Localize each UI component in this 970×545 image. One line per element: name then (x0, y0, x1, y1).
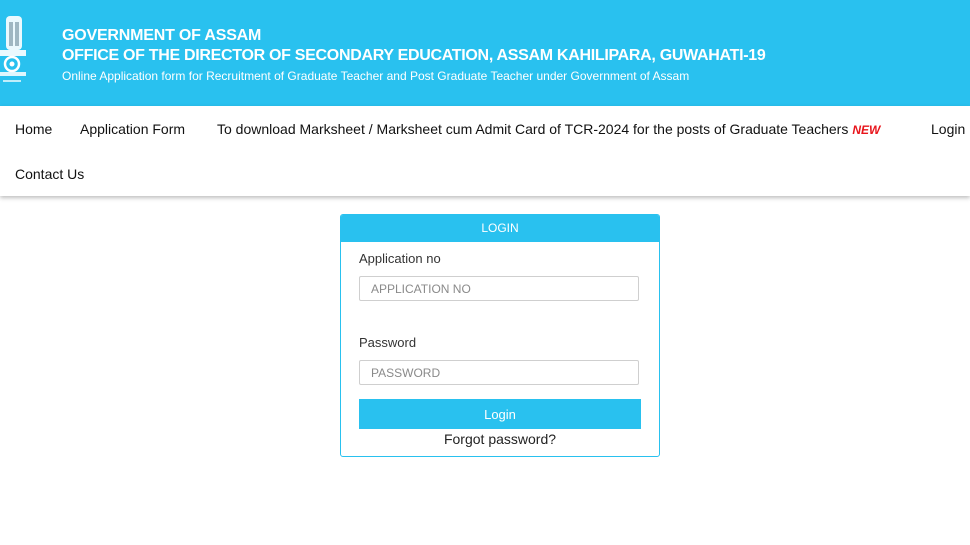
forgot-password-link[interactable]: Forgot password? (341, 431, 659, 447)
nav-marksheet-label: To download Marksheet / Marksheet cum Ad… (217, 121, 849, 137)
main-nav: Home Application Form To download Marksh… (0, 106, 970, 196)
password-label: Password (359, 335, 417, 350)
state-emblem-icon (0, 10, 30, 90)
nav-home-link[interactable]: Home (15, 121, 52, 137)
new-badge: NEW (852, 123, 881, 137)
login-card-title: LOGIN (341, 215, 659, 242)
application-no-label: Application no (359, 251, 441, 266)
password-input[interactable] (359, 360, 639, 385)
nav-application-form-link[interactable]: Application Form (80, 121, 185, 137)
header-subtitle: Online Application form for Recruitment … (62, 69, 690, 83)
login-card: LOGIN Application no Password Login Forg… (340, 214, 660, 457)
application-no-input[interactable] (359, 276, 639, 301)
site-header: GOVERNMENT OF ASSAM OFFICE OF THE DIRECT… (0, 0, 970, 106)
nav-contact-link[interactable]: Contact Us (15, 166, 84, 182)
header-text: GOVERNMENT OF ASSAM OFFICE OF THE DIRECT… (62, 26, 766, 86)
nav-login-link[interactable]: Login (931, 121, 965, 137)
login-button[interactable]: Login (359, 399, 641, 429)
header-government-title: GOVERNMENT OF ASSAM (62, 27, 262, 44)
nav-marksheet-link[interactable]: To download Marksheet / Marksheet cum Ad… (217, 121, 880, 137)
header-office-title: OFFICE OF THE DIRECTOR OF SECONDARY EDUC… (62, 47, 766, 64)
